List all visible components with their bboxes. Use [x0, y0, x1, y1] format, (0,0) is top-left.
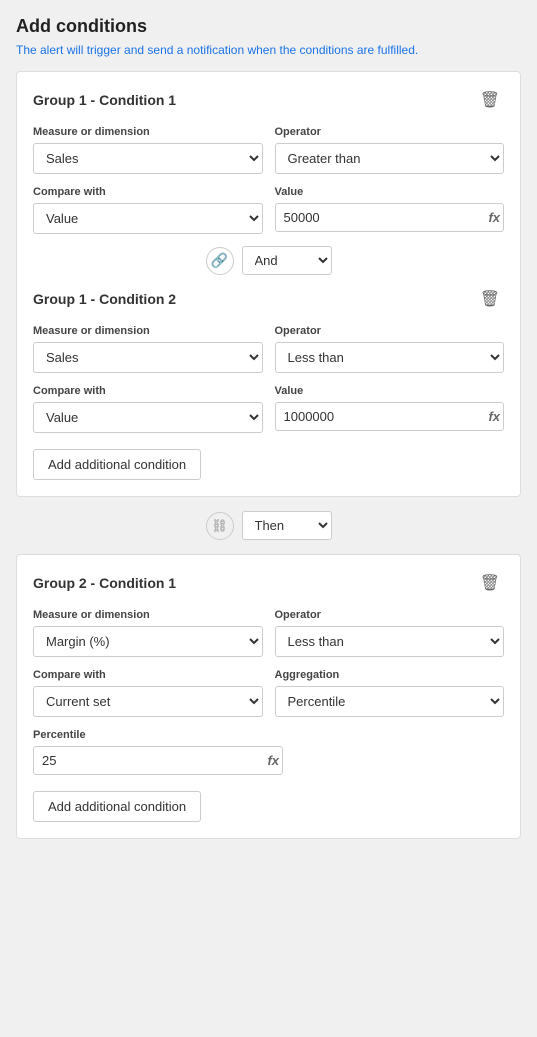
- group1-c2-value-group: Value fx: [275, 385, 505, 433]
- group2-condition1: Group 2 - Condition 1 🗑 Measure or dimen…: [33, 571, 504, 775]
- group1-condition2-title: Group 1 - Condition 2: [33, 291, 176, 307]
- group2-c1-operator-label: Operator: [275, 609, 505, 621]
- group1-condition2: Group 1 - Condition 2 🗑 Measure or dimen…: [33, 287, 504, 433]
- group1-c2-value-label: Value: [275, 385, 505, 397]
- group2-c1-compare-select[interactable]: Value Current set: [33, 686, 263, 717]
- group1-c1-compare-group: Compare with Value Current set: [33, 186, 263, 234]
- group1-c1-operator-select[interactable]: Greater than Less than Equal to: [275, 143, 505, 174]
- group1-c1-measure-select[interactable]: Sales Margin (%): [33, 143, 263, 174]
- group2-c1-aggregation-select[interactable]: Percentile Average Sum: [275, 686, 505, 717]
- group1-card: Group 1 - Condition 1 🗑 Measure or dimen…: [16, 71, 521, 497]
- group1-connector-select[interactable]: And Or: [242, 246, 332, 275]
- group2-c1-operator-select[interactable]: Greater than Less than Equal to: [275, 626, 505, 657]
- group1-c2-compare-label: Compare with: [33, 385, 263, 397]
- group2-c1-measure-select[interactable]: Sales Margin (%): [33, 626, 263, 657]
- group1-c2-compare-group: Compare with Value Current set: [33, 385, 263, 433]
- group2-condition1-delete-button[interactable]: 🗑: [476, 571, 504, 595]
- page-title: Add conditions: [16, 16, 521, 37]
- group1-c1-value-input[interactable]: [275, 203, 505, 232]
- group2-c1-measure-label: Measure or dimension: [33, 609, 263, 621]
- group1-c1-operator-label: Operator: [275, 126, 505, 138]
- group2-c1-aggregation-group: Aggregation Percentile Average Sum: [275, 669, 505, 717]
- group1-condition2-delete-button[interactable]: 🗑: [476, 287, 504, 311]
- group1-c1-value-label: Value: [275, 186, 505, 198]
- group1-condition1-delete-button[interactable]: 🗑: [476, 88, 504, 112]
- group2-c1-percentile-label: Percentile: [33, 729, 283, 741]
- group1-c2-operator-group: Operator Greater than Less than Equal to: [275, 325, 505, 373]
- group1-c1-compare-select[interactable]: Value Current set: [33, 203, 263, 234]
- group1-c1-measure-label: Measure or dimension: [33, 126, 263, 138]
- group2-c1-operator-group: Operator Greater than Less than Equal to: [275, 609, 505, 657]
- group1-connector-row: 🔗 And Or: [33, 246, 504, 275]
- group2-c1-measure-group: Measure or dimension Sales Margin (%): [33, 609, 263, 657]
- then-connector-select[interactable]: Then Or: [242, 511, 332, 540]
- group1-c1-compare-label: Compare with: [33, 186, 263, 198]
- group2-condition1-title: Group 2 - Condition 1: [33, 575, 176, 591]
- group1-c2-compare-select[interactable]: Value Current set: [33, 402, 263, 433]
- group1-c1-operator-group: Operator Greater than Less than Equal to: [275, 126, 505, 174]
- group1-c2-value-input[interactable]: [275, 402, 505, 431]
- group1-c2-operator-label: Operator: [275, 325, 505, 337]
- group2-add-condition-button[interactable]: Add additional condition: [33, 791, 201, 822]
- group2-c1-compare-group: Compare with Value Current set: [33, 669, 263, 717]
- group1-c1-fx-button[interactable]: fx: [488, 210, 500, 225]
- group1-add-condition-button[interactable]: Add additional condition: [33, 449, 201, 480]
- group1-c2-fx-button[interactable]: fx: [488, 409, 500, 424]
- group2-c1-aggregation-label: Aggregation: [275, 669, 505, 681]
- then-connector-row: ⛓ Then Or: [16, 511, 521, 540]
- group2-c1-compare-label: Compare with: [33, 669, 263, 681]
- group1-condition1-title: Group 1 - Condition 1: [33, 92, 176, 108]
- group1-c1-value-group: Value fx: [275, 186, 505, 234]
- group2-c1-fx-button[interactable]: fx: [267, 753, 279, 768]
- group2-card: Group 2 - Condition 1 🗑 Measure or dimen…: [16, 554, 521, 839]
- group1-c2-measure-label: Measure or dimension: [33, 325, 263, 337]
- group1-c2-measure-select[interactable]: Sales Margin (%): [33, 342, 263, 373]
- group2-c1-percentile-input[interactable]: [33, 746, 283, 775]
- then-broken-link-icon: ⛓: [206, 512, 234, 540]
- group1-link-icon: 🔗: [206, 247, 234, 275]
- group1-condition1: Group 1 - Condition 1 🗑 Measure or dimen…: [33, 88, 504, 234]
- group1-c2-operator-select[interactable]: Greater than Less than Equal to: [275, 342, 505, 373]
- group1-c1-measure-group: Measure or dimension Sales Margin (%): [33, 126, 263, 174]
- group2-c1-percentile-group: Percentile fx: [33, 729, 283, 775]
- group1-c2-measure-group: Measure or dimension Sales Margin (%): [33, 325, 263, 373]
- page-subtitle: The alert will trigger and send a notifi…: [16, 43, 521, 57]
